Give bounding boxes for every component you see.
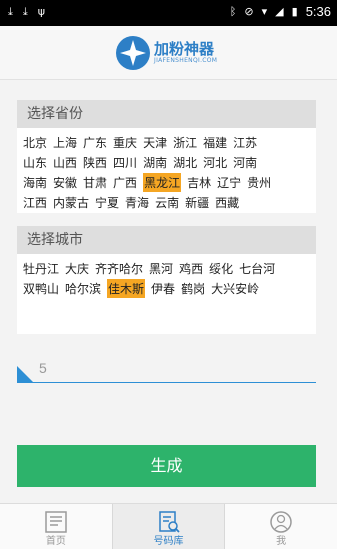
province-item[interactable]: 河南: [233, 153, 257, 172]
brand-logo-icon: [116, 36, 150, 70]
brand-subtitle: JIAFENSHENQI.COM: [154, 57, 218, 64]
province-item-row: 江西 内蒙古 宁夏 青海 云南 新疆 西藏: [23, 192, 316, 212]
province-item-row: 北京 上海 广东 重庆 天津 浙江 福建 江苏: [23, 132, 316, 152]
do-not-disturb-icon: ⊘: [244, 5, 254, 18]
city-header: 选择城市: [17, 226, 316, 254]
tab-me[interactable]: 我: [225, 504, 337, 549]
download-icon: ⤓: [22, 5, 28, 18]
brand-name: 加粉神器: [154, 40, 215, 58]
bottom-tab-bar: 首页 号码库 我: [0, 503, 337, 549]
province-item[interactable]: 宁夏: [95, 193, 119, 212]
tab-me-label: 我: [276, 536, 287, 547]
tab-home[interactable]: 首页: [0, 504, 112, 549]
city-item[interactable]: 牡丹江: [23, 259, 59, 278]
city-item[interactable]: 大兴安岭: [211, 279, 259, 298]
count-input[interactable]: [39, 357, 309, 379]
count-field: [17, 355, 316, 383]
province-item[interactable]: 天津: [143, 133, 167, 152]
city-list: 牡丹江 大庆 齐齐哈尔 黑河 鸡西 绥化 七台河 双鸭山 哈尔滨 佳木斯 伊春 鹤岗 大兴安岭: [17, 254, 316, 298]
city-item[interactable]: 绥化: [209, 259, 233, 278]
province-item[interactable]: 广东: [83, 133, 107, 152]
province-item[interactable]: 西藏: [215, 193, 239, 212]
status-bar: ⤓ ⤓ ψ ᛒ ⊘ ▾ ◢ ▮ 5:36: [0, 0, 337, 26]
bluetooth-icon: ᛒ: [229, 5, 237, 18]
province-item[interactable]: 吉林: [187, 173, 211, 192]
city-item[interactable]: 鸡西: [179, 259, 203, 278]
province-item[interactable]: 山东: [23, 153, 47, 172]
province-item[interactable]: 新疆: [185, 193, 209, 212]
city-item[interactable]: 大庆: [65, 259, 89, 278]
tab-home-label: 首页: [45, 536, 66, 547]
province-item[interactable]: 福建: [203, 133, 227, 152]
province-item[interactable]: 四川: [113, 153, 137, 172]
province-item[interactable]: 重庆: [113, 133, 137, 152]
usb-icon: ψ: [37, 5, 46, 18]
province-item[interactable]: 广西: [113, 173, 137, 192]
province-item[interactable]: 湖南: [143, 153, 167, 172]
city-item[interactable]: 伊春: [151, 279, 175, 298]
city-item[interactable]: 哈尔滨: [65, 279, 101, 298]
clock: 5:36: [305, 4, 331, 19]
province-item[interactable]: 江苏: [233, 133, 257, 152]
city-panel: 选择城市 牡丹江 大庆 齐齐哈尔 黑河 鸡西 绥化 七台河 双鸭山 哈尔滨 佳木斯 伊春 鹤岗 大兴安岭: [17, 226, 316, 334]
city-item[interactable]: 齐齐哈尔: [95, 259, 143, 278]
tab-number-library-label: 号码库: [153, 536, 184, 547]
generate-button[interactable]: 生成: [17, 445, 316, 487]
province-item[interactable]: 江西: [23, 193, 47, 212]
province-list: 北京 上海 广东 重庆 天津 浙江 福建 江苏 山东 山西 陕西 四川 湖南 湖北 河北 河南 海南 安徽 甘肃 广西…: [17, 128, 316, 212]
province-item[interactable]: 北京: [23, 133, 47, 152]
city-item[interactable]: 七台河: [239, 259, 275, 278]
province-item[interactable]: 上海: [53, 133, 77, 152]
province-item[interactable]: 陕西: [83, 153, 107, 172]
province-header: 选择省份: [17, 100, 316, 128]
province-item[interactable]: 辽宁: [217, 173, 241, 192]
city-item-row: 牡丹江 大庆 齐齐哈尔 黑河 鸡西 绥化 七台河: [23, 258, 316, 278]
province-item-row: 海南 安徽 甘肃 广西 黑龙江 吉林 辽宁 贵州: [23, 172, 316, 192]
province-item[interactable]: 海南: [23, 173, 47, 192]
city-item[interactable]: 双鸭山: [23, 279, 59, 298]
city-item-row: 双鸭山 哈尔滨 佳木斯 伊春 鹤岗 大兴安岭: [23, 278, 316, 298]
province-item-selected[interactable]: 黑龙江: [143, 172, 182, 192]
tab-number-library[interactable]: 号码库: [111, 504, 226, 549]
province-item[interactable]: 贵州: [247, 173, 271, 192]
input-corner-icon: [17, 366, 33, 382]
signal-icon: ◢: [275, 5, 284, 18]
wifi-icon: ▾: [261, 5, 268, 18]
province-item[interactable]: 湖北: [173, 153, 197, 172]
city-item-selected[interactable]: 佳木斯: [107, 278, 146, 298]
province-item[interactable]: 青海: [125, 193, 149, 212]
header: 加粉神器 JIAFENSHENQI.COM: [0, 26, 337, 80]
download-icon: ⤓: [8, 5, 13, 18]
battery-icon: ▮: [291, 5, 298, 18]
province-item-row: 山东 山西 陕西 四川 湖南 湖北 河北 河南: [23, 152, 316, 172]
province-item[interactable]: 云南: [155, 193, 179, 212]
province-item[interactable]: 安徽: [53, 173, 77, 192]
province-panel: 选择省份 北京 上海 广东 重庆 天津 浙江 福建 江苏 山东 山西 陕西 四川 湖南 湖北 河北 河南 海南安…: [17, 100, 316, 213]
city-item[interactable]: 鹤岗: [181, 279, 205, 298]
city-item[interactable]: 黑河: [149, 259, 173, 278]
province-item[interactable]: 山西: [53, 153, 77, 172]
province-item[interactable]: 浙江: [173, 133, 197, 152]
province-item[interactable]: 河北: [203, 153, 227, 172]
province-item[interactable]: 内蒙古: [53, 193, 89, 212]
province-item[interactable]: 甘肃: [83, 173, 107, 192]
